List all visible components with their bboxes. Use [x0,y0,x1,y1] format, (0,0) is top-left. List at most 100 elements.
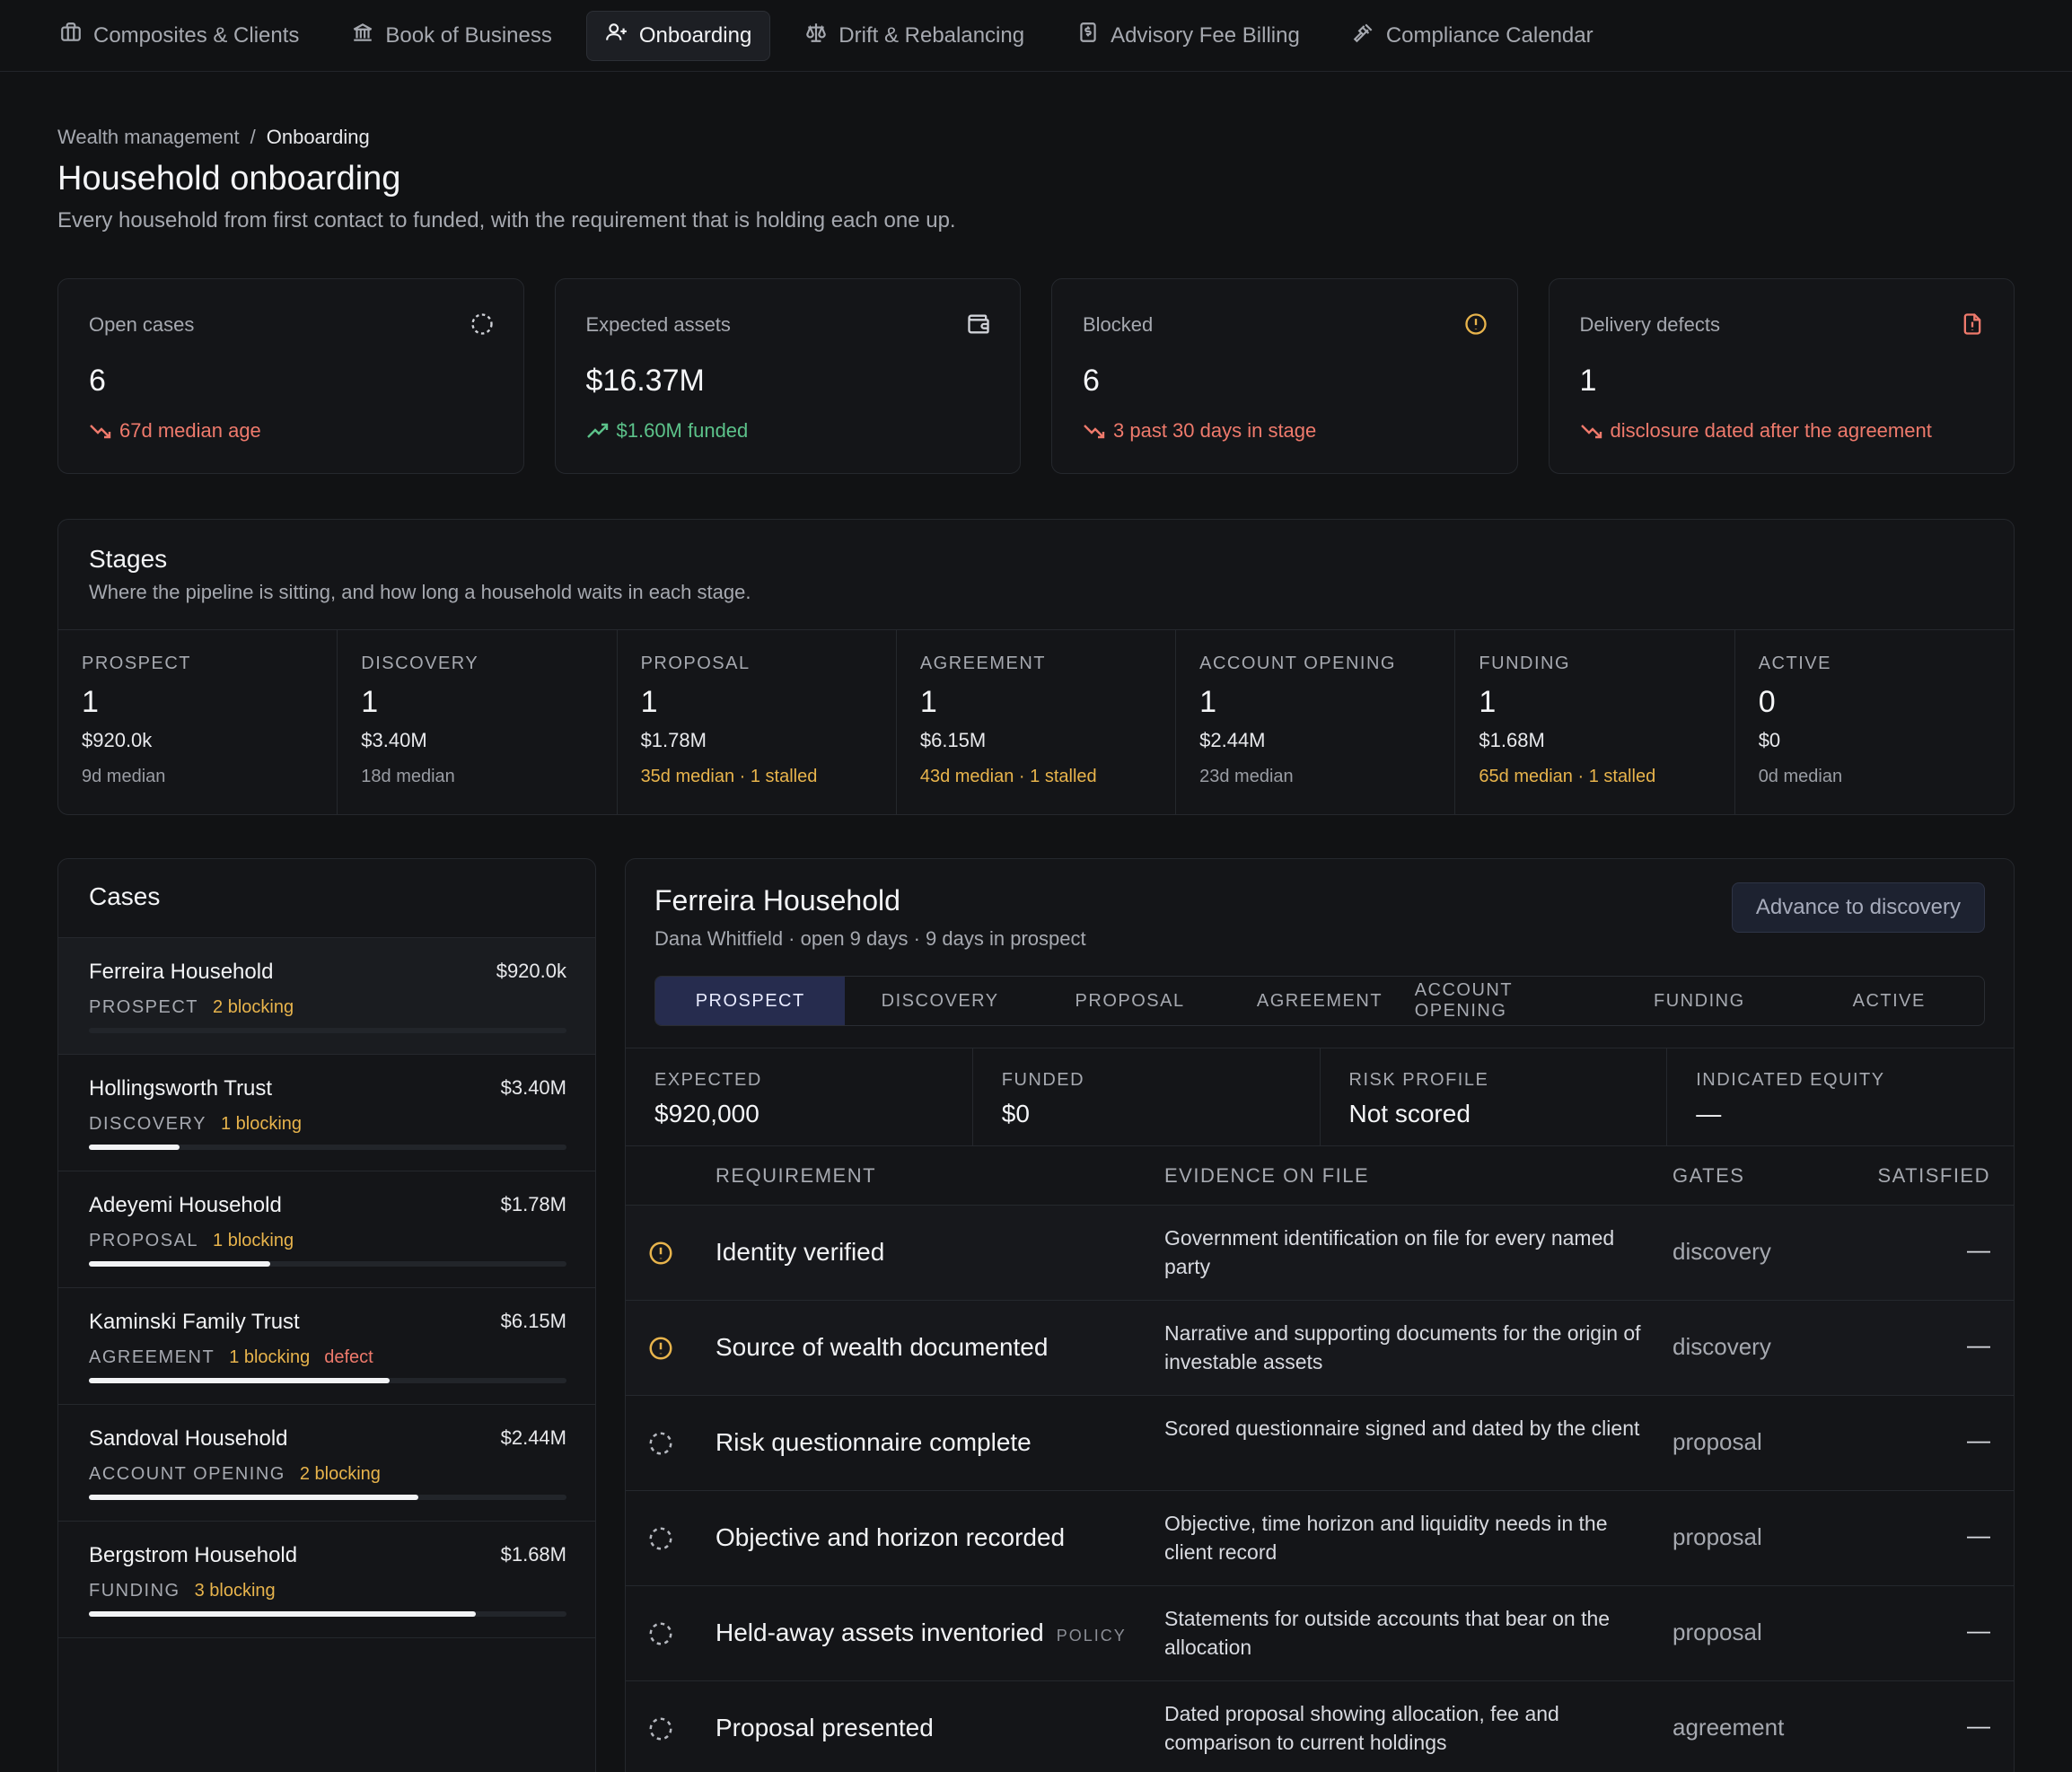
tab-label: Compliance Calendar [1385,22,1594,48]
step-proposal[interactable]: PROPOSAL [1035,977,1225,1025]
stat-card-open-cases: Open cases 6 67d median age [57,278,524,474]
case-meta: ACCOUNT OPENING 2 blocking [89,1464,381,1485]
table-row[interactable]: Identity verified Government identificat… [626,1206,2014,1301]
case-progress-fill [89,1261,271,1267]
tab-onboarding[interactable]: Onboarding [585,10,771,61]
case-progress-fill [89,1611,476,1617]
stage-active[interactable]: ACTIVE 0 $0 0d median [1735,630,2014,814]
requirement-name: Proposal presented [716,1714,934,1741]
stage-amount: $1.68M [1479,729,1545,751]
stage-median: 43d median · 1 stalled [919,767,1097,786]
case-name: Hollingsworth Trust [89,1076,273,1101]
requirement-name: Objective and horizon recorded [716,1523,1066,1551]
stage-count: 1 [361,685,379,719]
file-alert-icon [1960,311,1985,337]
step-agreement[interactable]: AGREEMENT [1225,977,1414,1025]
tab-book-of-business[interactable]: Book of Business [333,11,569,61]
step-active[interactable]: ACTIVE [1795,977,1984,1025]
fact-label: RISK PROFILE [1348,1070,1489,1090]
requirement-evidence: Narrative and supporting documents for t… [1164,1321,1641,1373]
breadcrumb-root[interactable]: Wealth management [57,126,240,149]
step-discovery[interactable]: DISCOVERY [845,977,1034,1025]
case-progress-fill [89,1495,419,1500]
case-blocking: 1 blocking [213,1231,294,1250]
stage-discovery[interactable]: DISCOVERY 1 $3.40M 18d median [338,630,618,814]
tab-label: Composites & Clients [93,22,300,48]
requirement-satisfied: — [1967,1522,1990,1548]
table-row[interactable]: Proposal presented Dated proposal showin… [626,1681,2014,1772]
stage-name: ACTIVE [1758,654,1831,673]
requirement-evidence: Objective, time horizon and liquidity ne… [1164,1512,1608,1564]
tab-label: Drift & Rebalancing [838,22,1025,48]
step-account-opening[interactable]: ACCOUNT OPENING [1415,977,1604,1025]
case-item[interactable]: Ferreira Household $920.0k PROSPECT 2 bl… [58,938,595,1055]
tab-advisory-fee-billing[interactable]: Advisory Fee Billing [1058,11,1318,61]
table-row[interactable]: Source of wealth documented Narrative an… [626,1301,2014,1396]
case-meta: FUNDING 3 blocking [89,1581,276,1601]
case-item[interactable]: Kaminski Family Trust $6.15M AGREEMENT 1… [58,1288,595,1405]
stage-name: PROSPECT [82,654,192,673]
stages-panel: Stages Where the pipeline is sitting, an… [57,519,2015,815]
stage-funding[interactable]: FUNDING 1 $1.68M 65d median · 1 stalled [1455,630,1735,814]
tab-drift-rebalancing[interactable]: Drift & Rebalancing [786,11,1042,61]
requirement-name: Held-away assets inventoried [716,1618,1044,1646]
requirement-satisfied: — [1967,1236,1990,1263]
stage-account-opening[interactable]: ACCOUNT OPENING 1 $2.44M 23d median [1176,630,1456,814]
pending-circle-icon [647,1715,674,1742]
column-header-gates[interactable]: GATES [1673,1164,1744,1188]
policy-tag: POLICY [1056,1627,1127,1645]
stat-value: 6 [1083,364,1100,398]
fact-indicated-equity: INDICATED EQUITY — [1667,1048,2014,1145]
case-amount: $920.0k [496,960,566,982]
case-blocking: 2 blocking [299,1464,381,1484]
stages-title: Stages [89,545,168,573]
table-row[interactable]: Objective and horizon recorded Objective… [626,1491,2014,1586]
case-blocking: 1 blocking [220,1114,303,1134]
case-meta: AGREEMENT 1 blocking defect [89,1347,373,1368]
case-stage: AGREEMENT [89,1347,215,1367]
requirement-name-wrap: Held-away assets inventoried POLICY [716,1618,1127,1647]
case-stage: PROSPECT [89,997,199,1017]
stage-amount: $3.40M [361,729,427,751]
pending-circle-icon [647,1525,674,1552]
case-stage: PROPOSAL [89,1231,199,1250]
tab-label: Onboarding [638,22,752,48]
requirement-satisfied: — [1967,1426,1990,1453]
case-meta: PROSPECT 2 blocking [89,997,294,1018]
case-detail-panel: Ferreira Household Dana Whitfield · open… [625,858,2015,1772]
case-name: Sandoval Household [89,1426,288,1451]
case-item[interactable]: Sandoval Household $2.44M ACCOUNT OPENIN… [58,1405,595,1522]
step-funding[interactable]: FUNDING [1604,977,1794,1025]
case-stage: FUNDING [89,1581,180,1601]
stage-prospect[interactable]: PROSPECT 1 $920.0k 9d median [58,630,338,814]
advance-stage-button[interactable]: Advance to discovery [1731,882,1985,933]
stage-amount: $1.78M [640,729,707,751]
stat-trend: $1.60M funded [586,419,748,443]
case-amount: $2.44M [500,1426,566,1449]
loading-circle-icon [470,311,495,337]
fact-label: FUNDED [1001,1070,1085,1090]
case-item[interactable]: Hollingsworth Trust $3.40M DISCOVERY 1 b… [58,1055,595,1171]
tab-composites-clients[interactable]: Composites & Clients [41,11,317,61]
requirement-satisfied: — [1967,1712,1990,1739]
table-row[interactable]: Held-away assets inventoried POLICY Stat… [626,1586,2014,1681]
stat-trend: 67d median age [89,419,261,443]
column-header-satisfied[interactable]: SATISFIED [1877,1164,1990,1188]
requirement-name: Source of wealth documented [716,1333,1049,1361]
breadcrumb: Wealth management / Onboarding [57,126,370,149]
step-prospect[interactable]: PROSPECT [655,977,846,1025]
case-item[interactable]: Bergstrom Household $1.68M FUNDING 3 blo… [58,1522,595,1638]
table-row[interactable]: Risk questionnaire complete Scored quest… [626,1396,2014,1491]
stage-name: AGREEMENT [919,654,1047,673]
case-item[interactable]: Adeyemi Household $1.78M PROPOSAL 1 bloc… [58,1171,595,1288]
fact-expected: EXPECTED $920,000 [626,1048,973,1145]
case-stage: DISCOVERY [89,1114,206,1134]
column-header-requirement[interactable]: REQUIREMENT [716,1164,876,1188]
case-stage: ACCOUNT OPENING [89,1464,285,1484]
column-header-evidence[interactable]: EVIDENCE ON FILE [1164,1164,1369,1188]
tab-compliance-calendar[interactable]: Compliance Calendar [1334,11,1611,61]
stage-agreement[interactable]: AGREEMENT 1 $6.15M 43d median · 1 stalle… [897,630,1177,814]
stage-proposal[interactable]: PROPOSAL 1 $1.78M 35d median · 1 stalled [618,630,897,814]
stat-card-blocked: Blocked 6 3 past 30 days in stage [1051,278,1518,474]
detail-facts: EXPECTED $920,000 FUNDED $0 RISK PROFILE… [626,1048,2014,1146]
